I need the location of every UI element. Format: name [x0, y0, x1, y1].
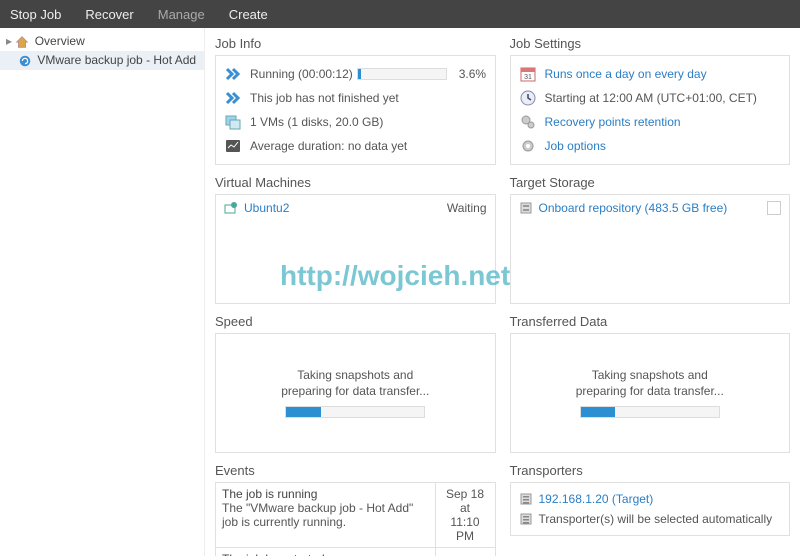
event-1-time-b: 11:10 PM	[450, 515, 479, 543]
tree-job-item[interactable]: VMware backup job - Hot Add	[0, 51, 204, 70]
globe-refresh-icon	[18, 54, 32, 68]
transferred-line2: preparing for data transfer...	[576, 384, 724, 398]
recovery-link[interactable]: Recovery points retention	[545, 115, 681, 129]
storage-title: Target Storage	[510, 173, 791, 194]
running-icon	[224, 65, 242, 83]
menu-recover[interactable]: Recover	[85, 7, 133, 22]
finish-label: This job has not finished yet	[250, 91, 399, 105]
overview-label: Overview	[35, 34, 85, 48]
storage-link[interactable]: Onboard repository (483.5 GB free)	[539, 201, 728, 215]
top-menu-bar: Stop Job Recover Manage Create	[0, 0, 800, 28]
job-settings-section: Job Settings 31 Runs once a day on every…	[510, 34, 791, 165]
vm-icon	[224, 201, 238, 215]
speed-progress-bar	[285, 406, 425, 418]
home-icon	[15, 35, 29, 49]
disk-icon	[224, 113, 242, 131]
transporter-auto-label: Transporter(s) will be selected automati…	[539, 512, 773, 526]
job-info-section: Job Info Running (00:00:12) 3.6% This jo…	[215, 34, 496, 165]
start-label: Starting at 12:00 AM (UTC+01:00, CET)	[545, 91, 757, 105]
event-1-time-a: Sep 18 at	[446, 487, 484, 515]
gear-icon	[519, 137, 537, 155]
gears-icon	[519, 113, 537, 131]
server-icon	[519, 512, 533, 526]
unfinished-icon	[224, 89, 242, 107]
vm-section: Virtual Machines Ubuntu2 Waiting	[215, 173, 496, 304]
event-1-body: The "VMware backup job - Hot Add" job is…	[222, 501, 429, 529]
transferred-section: Transferred Data Taking snapshots and pr…	[510, 312, 791, 453]
speed-line2: preparing for data transfer...	[281, 384, 429, 398]
schedule-link[interactable]: Runs once a day on every day	[545, 67, 707, 81]
chart-icon	[224, 137, 242, 155]
transferred-progress-bar	[580, 406, 720, 418]
speed-line1: Taking snapshots and	[297, 368, 413, 382]
avg-label: Average duration: no data yet	[250, 139, 407, 153]
job-settings-title: Job Settings	[510, 34, 791, 55]
vm-name-link[interactable]: Ubuntu2	[244, 201, 289, 215]
sidebar: ▸ Overview VMware backup job - Hot Add	[0, 28, 205, 556]
menu-stop-job[interactable]: Stop Job	[10, 7, 61, 22]
events-title: Events	[215, 461, 496, 482]
calendar-icon: 31	[519, 65, 537, 83]
clock-icon	[519, 89, 537, 107]
event-row[interactable]: The job has started	[216, 548, 496, 556]
transferred-title: Transferred Data	[510, 312, 791, 333]
transporters-section: Transporters 192.168.1.20 (Target) Trans…	[510, 461, 791, 556]
menu-create[interactable]: Create	[229, 7, 268, 22]
vm-title: Virtual Machines	[215, 173, 496, 194]
running-label: Running (00:00:12)	[250, 67, 353, 81]
job-name-label: VMware backup job - Hot Add	[37, 53, 196, 67]
vms-label: 1 VMs (1 disks, 20.0 GB)	[250, 115, 383, 129]
running-progress-bar	[357, 68, 447, 80]
speed-title: Speed	[215, 312, 496, 333]
storage-section: Target Storage Onboard repository (483.5…	[510, 173, 791, 304]
storage-icon	[519, 201, 533, 215]
tree-overview[interactable]: ▸ Overview	[0, 32, 204, 51]
running-pct: 3.6%	[459, 67, 486, 81]
transporter-target-link[interactable]: 192.168.1.20 (Target)	[539, 492, 654, 506]
options-link[interactable]: Job options	[545, 139, 606, 153]
event-1-title: The job is running	[222, 487, 429, 501]
menu-manage[interactable]: Manage	[158, 7, 205, 22]
speed-section: Speed Taking snapshots and preparing for…	[215, 312, 496, 453]
server-icon	[519, 492, 533, 506]
job-info-title: Job Info	[215, 34, 496, 55]
svg-text:31: 31	[524, 74, 532, 81]
event-row[interactable]: The job is running The "VMware backup jo…	[216, 483, 496, 548]
transferred-line1: Taking snapshots and	[592, 368, 708, 382]
vm-status: Waiting	[447, 201, 487, 215]
events-section: Events The job is running The "VMware ba…	[215, 461, 496, 556]
event-2-title: The job has started	[222, 552, 429, 556]
storage-checkbox[interactable]	[767, 201, 781, 215]
transporters-title: Transporters	[510, 461, 791, 482]
